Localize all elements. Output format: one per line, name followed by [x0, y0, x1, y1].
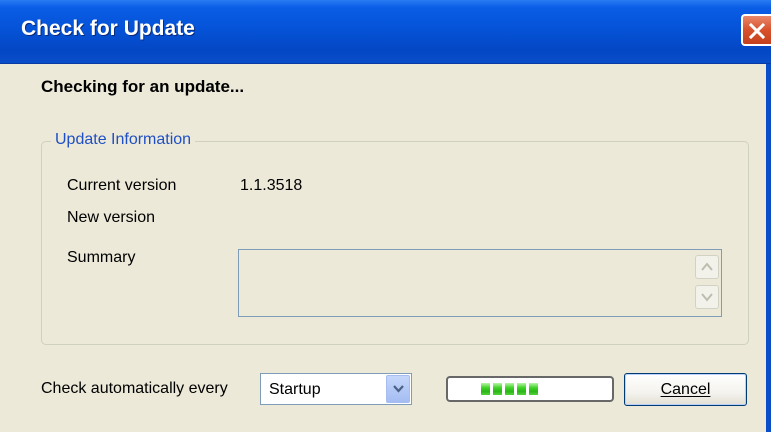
progress-segment: [517, 383, 526, 395]
group-label: Update Information: [51, 131, 196, 149]
auto-check-label: Check automatically every: [41, 380, 228, 397]
scroll-down-button[interactable]: [695, 285, 719, 309]
chevron-down-icon: [393, 385, 404, 393]
cancel-button[interactable]: Cancel: [624, 373, 747, 406]
current-version-value: 1.1.3518: [240, 177, 303, 194]
chevron-up-icon: [701, 262, 713, 271]
summary-label: Summary: [67, 249, 136, 266]
progress-segment: [529, 383, 538, 395]
current-version-label: Current version: [67, 177, 177, 194]
window-title: Check for Update: [21, 17, 195, 40]
progress-segment: [493, 383, 502, 395]
title-bar[interactable]: Check for Update: [0, 0, 771, 64]
progress-segment: [481, 383, 490, 395]
status-heading: Checking for an update...: [41, 77, 245, 96]
summary-textbox[interactable]: [238, 249, 722, 317]
auto-check-selected-value: Startup: [269, 381, 321, 398]
new-version-label: New version: [67, 209, 156, 226]
progress-fill: [481, 383, 538, 395]
chevron-down-icon: [701, 293, 713, 302]
close-icon: [748, 22, 766, 40]
progress-segment: [505, 383, 514, 395]
auto-check-frequency-select[interactable]: Startup: [260, 373, 412, 405]
cancel-button-label: Cancel: [660, 381, 711, 398]
update-progress-bar: [446, 376, 614, 402]
dropdown-button[interactable]: [386, 375, 410, 403]
close-button[interactable]: [741, 14, 771, 46]
window-border: [766, 64, 771, 432]
scroll-up-button[interactable]: [695, 255, 719, 279]
check-for-update-dialog: Check for Update Checking for an update.…: [0, 0, 771, 432]
